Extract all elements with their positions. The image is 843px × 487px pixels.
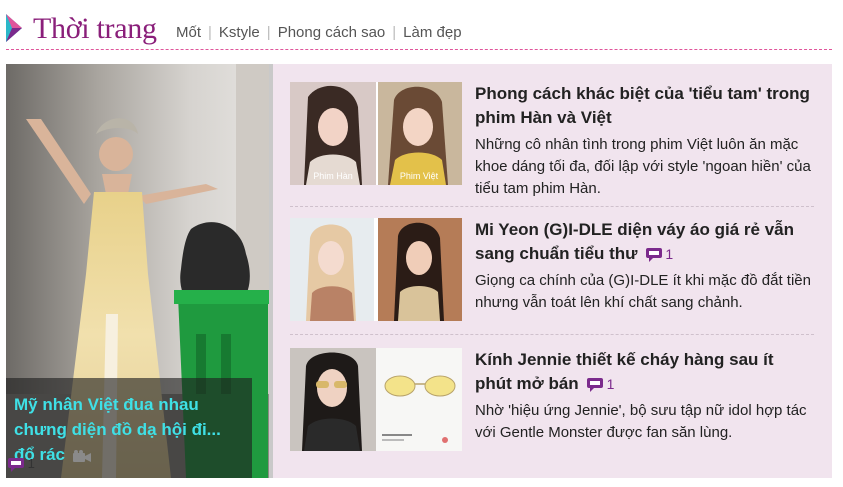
video-camera-icon bbox=[73, 449, 92, 462]
article-summary: Giọng ca chính của (G)I-DLE ít khi mặc đ… bbox=[475, 272, 811, 311]
nav-link-mot[interactable]: Mốt bbox=[176, 24, 201, 41]
list-item[interactable]: Kính Jennie thiết kế cháy hàng sau ít ph… bbox=[290, 348, 814, 454]
article-comment-count[interactable]: 1 bbox=[586, 376, 615, 393]
section-nav: Mốt | Kstyle | Phong cách sao | Làm đẹp bbox=[176, 23, 462, 43]
row-divider bbox=[290, 334, 814, 335]
article-thumbnail[interactable] bbox=[290, 348, 462, 451]
article-summary: Nhờ 'hiệu ứng Jennie', bộ sưu tập nữ ido… bbox=[475, 402, 807, 441]
article-thumbnail[interactable]: Phim Hàn Phim Việt bbox=[290, 82, 462, 185]
section-title-link[interactable]: Thời trang bbox=[33, 11, 157, 47]
nav-separator: | bbox=[208, 24, 212, 41]
nav-link-kstyle[interactable]: Kstyle bbox=[219, 24, 260, 41]
article-title-text[interactable]: Phong cách khác biệt của 'tiểu tam' tron… bbox=[475, 84, 810, 127]
article-title-link[interactable]: Phong cách khác biệt của 'tiểu tam' tron… bbox=[475, 82, 814, 130]
nav-separator: | bbox=[392, 24, 397, 41]
list-item[interactable]: Mi Yeon (G)I-DLE diện váy áo giá rẻ vẫn … bbox=[290, 218, 814, 324]
thumb-label-left: Phim Hàn bbox=[313, 171, 353, 181]
article-title-link[interactable]: Mi Yeon (G)I-DLE diện váy áo giá rẻ vẫn … bbox=[475, 218, 814, 266]
article-summary: Những cô nhân tình trong phim Việt luôn … bbox=[475, 136, 811, 197]
header-divider bbox=[6, 49, 832, 50]
featured-article[interactable]: Mỹ nhân Việt đua nhau chưng diện đồ dạ h… bbox=[6, 64, 269, 478]
logo-triangle-icon bbox=[6, 14, 22, 42]
article-title-link[interactable]: Kính Jennie thiết kế cháy hàng sau ít ph… bbox=[475, 348, 814, 396]
list-item[interactable]: Phim Hàn Phim Việt Phong cách khác biệt … bbox=[290, 82, 814, 197]
featured-comment-number: 1 bbox=[27, 456, 35, 471]
article-comment-number: 1 bbox=[606, 376, 615, 392]
article-comment-count[interactable]: 1 bbox=[645, 246, 674, 263]
row-divider bbox=[290, 206, 814, 207]
nav-link-lam-dep[interactable]: Làm đẹp bbox=[403, 24, 461, 41]
article-title-text[interactable]: Kính Jennie thiết kế cháy hàng sau ít ph… bbox=[475, 350, 774, 393]
section-header: Thời trang Mốt | Kstyle | Phong cách sao | Làm… bbox=[0, 0, 843, 50]
featured-comment-count[interactable]: 1 bbox=[8, 456, 35, 472]
article-thumbnail[interactable] bbox=[290, 218, 462, 321]
comment-icon bbox=[8, 457, 24, 472]
comment-icon bbox=[645, 248, 662, 263]
featured-title-text[interactable]: Mỹ nhân Việt đua nhau chưng diện đồ dạ h… bbox=[14, 395, 221, 464]
comment-icon bbox=[586, 378, 603, 393]
nav-separator: | bbox=[266, 24, 271, 41]
article-title-text[interactable]: Mi Yeon (G)I-DLE diện váy áo giá rẻ vẫn … bbox=[475, 220, 794, 263]
featured-caption-box: Mỹ nhân Việt đua nhau chưng diện đồ dạ h… bbox=[6, 378, 252, 478]
nav-link-phong-cach-sao[interactable]: Phong cách sao bbox=[278, 24, 386, 41]
thumb-label-right: Phim Việt bbox=[400, 171, 439, 181]
article-comment-number: 1 bbox=[665, 246, 674, 262]
featured-title-link[interactable]: Mỹ nhân Việt đua nhau chưng diện đồ dạ h… bbox=[14, 392, 246, 467]
article-list-panel: Phim Hàn Phim Việt Phong cách khác biệt … bbox=[273, 64, 832, 478]
